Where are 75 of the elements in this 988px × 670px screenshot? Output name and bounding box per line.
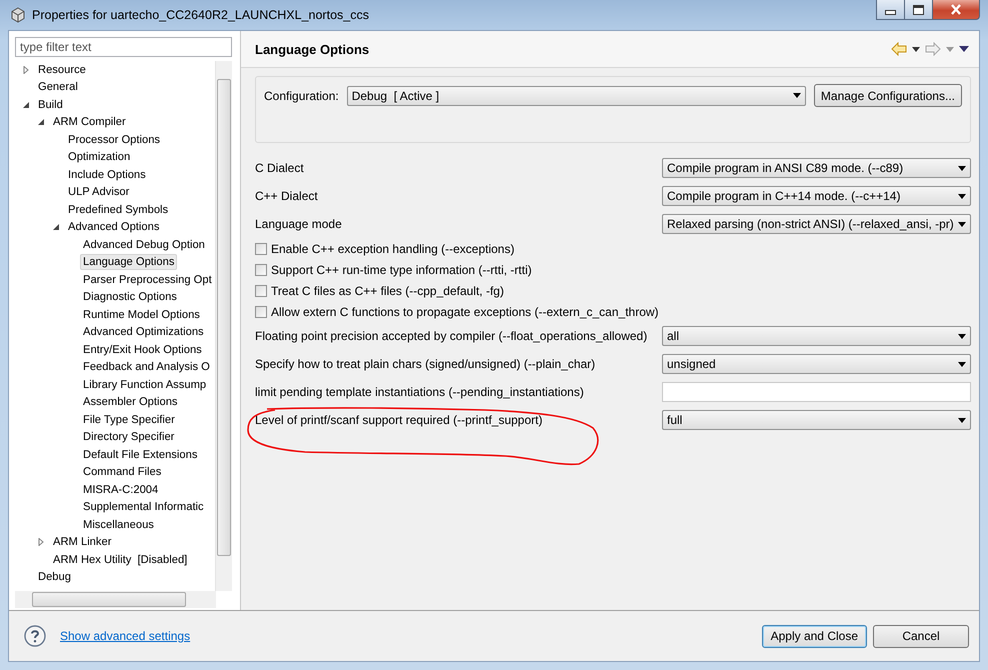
configuration-label: Configuration: [264, 88, 339, 102]
page-title: Language Options [255, 42, 370, 56]
checkbox[interactable] [255, 284, 267, 296]
tree-item[interactable]: Command Files [80, 464, 164, 480]
tree-item[interactable]: Build [35, 96, 66, 113]
tree-item[interactable]: Resource [35, 62, 89, 78]
cancel-button[interactable]: Cancel [873, 624, 969, 648]
checkbox-label: Support C++ run-time type information (--rtti, -rtti) [271, 262, 532, 276]
option-dropdown[interactable]: Compile program in ANSI C89 mode. (--c89) [662, 158, 971, 178]
window-title: Properties for uartecho_CC2640R2_LAUNCHXL_nortos_ccs [32, 8, 369, 22]
tree-item[interactable]: Assembler Options [80, 394, 181, 410]
expand-arrow-icon[interactable] [22, 100, 30, 109]
close-icon [950, 4, 962, 15]
tree-item[interactable]: ARM Linker [50, 534, 114, 550]
option-label: C++ Dialect [255, 189, 318, 203]
manage-configurations-button[interactable]: Manage Configurations... [814, 84, 962, 107]
apply-and-close-button[interactable]: Apply and Close [762, 624, 867, 648]
checkbox[interactable] [255, 306, 267, 318]
option-dropdown[interactable]: Relaxed parsing (non-strict ANSI) (--relaxed_ansi, -pr) [662, 214, 971, 234]
option-label: limit pending template instantiations (--pending_instantiations) [255, 385, 584, 399]
tree-item[interactable]: Library Function Assump [80, 376, 210, 393]
tree-item[interactable]: ARM Hex Utility [Disabled] [50, 552, 190, 568]
back-arrow-icon[interactable] [891, 42, 907, 56]
option-label: Level of printf/scanf support required (--printf_support) [255, 413, 542, 427]
tree-item[interactable]: Default File Extensions [80, 446, 200, 463]
tree-item[interactable]: Debug [35, 569, 74, 586]
tree-item[interactable]: MISRA-C:2004 [80, 482, 162, 498]
option-label: C Dialect [255, 161, 304, 175]
tree-item[interactable]: Advanced Options [65, 219, 162, 236]
expand-arrow-icon[interactable] [52, 223, 60, 232]
tree-item[interactable]: Processor Options [65, 132, 164, 148]
close-button[interactable] [933, 0, 980, 20]
option-label: Language mode [255, 217, 342, 231]
help-icon[interactable] [24, 625, 46, 647]
option-label: Floating point precision accepted by compiler (--float_operations_allowed) [255, 329, 648, 343]
vertical-scrollbar[interactable] [215, 61, 232, 591]
checkbox-label: Allow extern C functions to propagate exceptions (--extern_c_can_throw) [271, 304, 659, 318]
minimize-button[interactable] [876, 0, 905, 20]
view-menu-icon[interactable] [959, 46, 969, 52]
tree-item[interactable]: Entry/Exit Hook Options [80, 342, 205, 358]
tree-item[interactable]: Language Options [80, 254, 178, 270]
option-dropdown[interactable]: Compile program in C++14 mode. (--c++14) [662, 186, 971, 206]
tree-item[interactable]: File Type Specifier [80, 412, 178, 428]
tree-item[interactable]: Directory Specifier [80, 429, 178, 446]
tree-item[interactable]: Include Options [65, 166, 149, 183]
tree-item[interactable]: Feedback and Analysis O [80, 359, 213, 376]
checkbox[interactable] [255, 264, 267, 276]
option-label: Specify how to treat plain chars (signed/unsigned) (--plain_char) [255, 357, 596, 371]
tree-item[interactable]: Miscellaneous [80, 516, 157, 533]
tree-item[interactable]: Supplemental Informatic [80, 499, 207, 516]
tree-item[interactable]: Optimization [65, 149, 134, 166]
option-dropdown[interactable]: all [662, 326, 971, 346]
option-dropdown[interactable]: unsigned [662, 354, 971, 374]
checkbox[interactable] [255, 242, 267, 254]
tree-item[interactable]: Advanced Debug Option [80, 236, 208, 253]
tree-item[interactable]: Predefined Symbols [65, 202, 172, 218]
tree-item[interactable]: Diagnostic Options [80, 289, 180, 306]
checkbox-label: Enable C++ exception handling (--exceptions) [271, 242, 514, 256]
tree-item[interactable]: Runtime Model Options [80, 306, 203, 323]
horizontal-scrollbar[interactable] [15, 591, 216, 608]
expand-arrow-icon[interactable] [37, 118, 45, 126]
maximize-button[interactable] [905, 0, 933, 20]
advanced-settings-link[interactable]: Show advanced settings [60, 629, 190, 643]
tree-item[interactable]: ARM Compiler [50, 114, 129, 130]
tree-item[interactable]: Parser Preprocessing Opt [80, 272, 215, 288]
configuration-dropdown[interactable]: Debug [ Active ] [346, 86, 806, 106]
option-field[interactable] [662, 382, 971, 402]
tree-item[interactable]: General [35, 79, 81, 96]
option-dropdown[interactable]: full [662, 410, 971, 430]
forward-arrow-icon[interactable] [925, 42, 941, 56]
dropdown-arrow-icon[interactable] [912, 46, 920, 52]
tree-item[interactable]: Advanced Optimizations [80, 324, 207, 340]
checkbox-label: Treat C files as C++ files (--cpp_default, -fg) [271, 284, 504, 298]
tree-item[interactable]: ULP Advisor [65, 184, 132, 200]
filter-field[interactable]: type filter text [15, 37, 232, 57]
